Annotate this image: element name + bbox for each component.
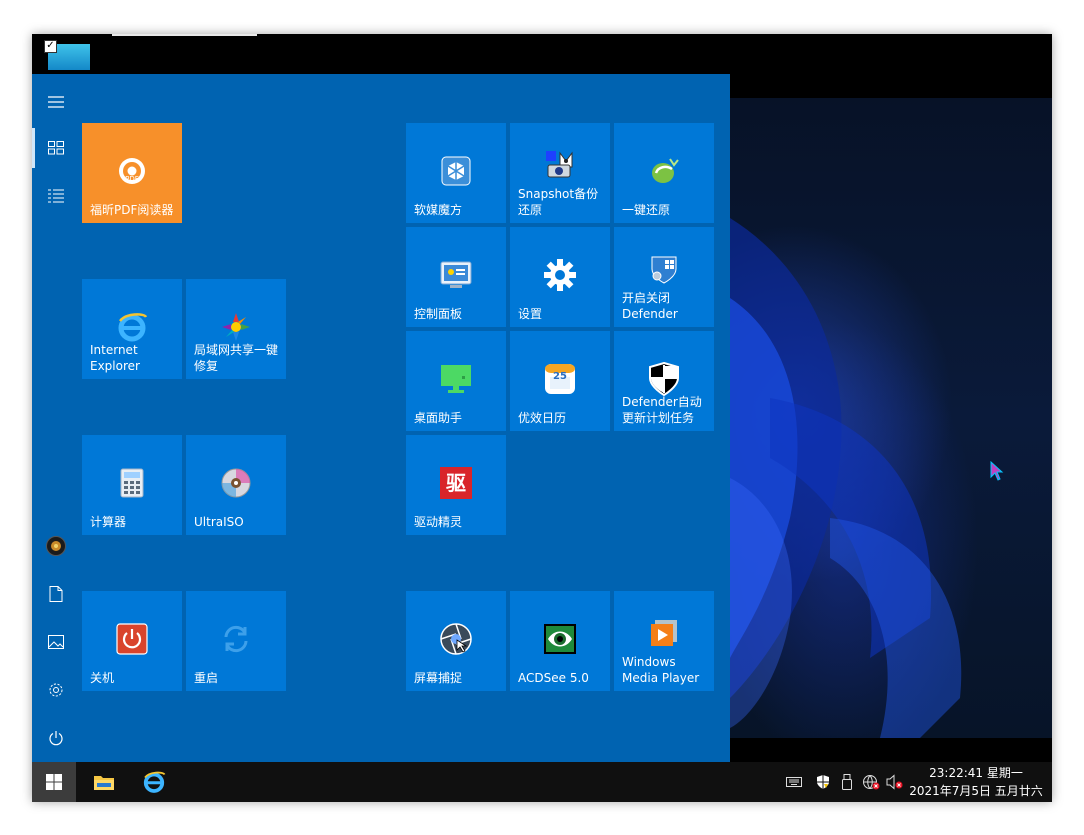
tile-label: 优效日历 [518, 411, 567, 425]
restart-icon [186, 619, 286, 659]
driver-genius-icon: 驱 [406, 463, 506, 503]
window-strip [112, 34, 257, 36]
tile-settings[interactable]: 设置 [510, 227, 610, 327]
tile-defender-toggle[interactable]: 开启关闭 Defender [614, 227, 714, 327]
tile-driver-genius[interactable]: 驱 驱动精灵 [406, 435, 506, 535]
security-shield-icon[interactable] [812, 762, 834, 802]
tile-defender-update-task[interactable]: Defender自动 更新计划任务 [614, 331, 714, 431]
ie-taskbar-icon [143, 771, 166, 793]
tile-label: Defender自动 更新计划任务 [622, 395, 702, 425]
clock[interactable]: 23:22:41 星期一 2021年7月5日 五月廿六 [906, 764, 1046, 800]
tile-restart[interactable]: 重启 [186, 591, 286, 691]
tile-label: UltraISO [194, 515, 244, 529]
tile-windows-media-player[interactable]: Windows Media Player [614, 591, 714, 691]
tile-label: Snapshot备份 还原 [518, 187, 599, 217]
tile-label: 设置 [518, 307, 543, 321]
wallpaper [730, 98, 1052, 738]
tile-snapshot-backup[interactable]: Snapshot备份 还原 [510, 123, 610, 223]
pictures-icon[interactable] [32, 622, 80, 662]
tile-softmedia-cube[interactable]: 软媒魔方 [406, 123, 506, 223]
lan-fix-icon [186, 307, 286, 347]
tiles-icon[interactable] [32, 128, 80, 168]
tile-lan-share-fix[interactable]: 局域网共享一键 修复 [186, 279, 286, 379]
clock-time: 23:22:41 星期一 [929, 766, 1023, 780]
desktop-icon[interactable]: ✓ [44, 40, 90, 70]
tile-label: 局域网共享一键 修复 [194, 343, 279, 373]
mouse-cursor-icon [990, 460, 1004, 485]
volume-muted-icon[interactable] [884, 762, 906, 802]
softcube-icon [406, 151, 506, 191]
tile-calendar[interactable]: 25 优效日历 [510, 331, 610, 431]
usb-device-icon[interactable] [836, 762, 858, 802]
settings-gear-icon [510, 255, 610, 295]
desktop-icon-checkbox[interactable]: ✓ [44, 40, 57, 53]
tile-label: 开启关闭 Defender [622, 291, 678, 321]
wallpaper-bloom [730, 218, 962, 738]
desktop-helper-icon [406, 359, 506, 399]
screen-capture-icon [406, 619, 506, 659]
tile-label: 控制面板 [414, 307, 463, 321]
start-button[interactable] [32, 762, 76, 802]
tile-label: 重启 [194, 671, 219, 685]
tile-ultraiso[interactable]: UltraISO [186, 435, 286, 535]
power-icon[interactable] [32, 718, 80, 758]
tile-label: 计算器 [90, 515, 127, 529]
media-player-icon [614, 613, 714, 653]
keyboard-icon[interactable] [783, 762, 805, 802]
driver-icon-text: 驱 [440, 467, 472, 499]
tile-label: 关机 [90, 671, 115, 685]
ie-taskbar-button[interactable] [130, 762, 178, 802]
snapshot-icon [510, 145, 610, 185]
user-avatar[interactable] [32, 526, 80, 566]
ultraiso-icon [186, 463, 286, 503]
foxit-icon [82, 151, 182, 191]
tile-label: 一键还原 [622, 203, 671, 217]
start-rail [32, 74, 80, 762]
tile-label: Windows Media Player [622, 655, 700, 685]
acdsee-icon [510, 619, 610, 659]
hamburger-icon[interactable] [32, 82, 80, 122]
all-apps-icon[interactable] [32, 176, 80, 216]
tile-control-panel[interactable]: 控制面板 [406, 227, 506, 327]
ie-icon [82, 307, 182, 347]
start-menu: PDF 福昕PDF阅读器 Internet Explorer 局域网共享一键 修… [32, 74, 730, 762]
settings-icon[interactable] [32, 670, 80, 710]
defender-toggle-icon [614, 249, 714, 289]
shield-icon [614, 359, 714, 399]
foxit-icon-text: PDF [125, 175, 139, 183]
tile-label: 屏幕捕捉 [414, 671, 463, 685]
file-explorer-button[interactable] [80, 762, 128, 802]
tile-shutdown[interactable]: 关机 [82, 591, 182, 691]
control-panel-icon [406, 255, 506, 295]
taskbar: 23:22:41 星期一 2021年7月5日 五月廿六 [32, 762, 1052, 802]
tile-desktop-helper[interactable]: 桌面助手 [406, 331, 506, 431]
tile-screen-capture[interactable]: 屏幕捕捉 [406, 591, 506, 691]
tile-label: 软媒魔方 [414, 203, 463, 217]
tile-label: ACDSee 5.0 [518, 671, 589, 685]
onekey-restore-icon [614, 151, 714, 191]
tile-foxit-pdf[interactable]: PDF 福昕PDF阅读器 [82, 123, 182, 223]
tile-label: Internet Explorer [90, 343, 140, 373]
tile-label: 驱动精灵 [414, 515, 463, 529]
tile-label: 桌面助手 [414, 411, 463, 425]
calculator-icon [82, 463, 182, 503]
documents-icon[interactable] [32, 574, 80, 614]
network-globe-icon[interactable] [860, 762, 882, 802]
tile-calculator[interactable]: 计算器 [82, 435, 182, 535]
shutdown-icon [82, 619, 182, 659]
calendar-icon-text: 25 [553, 371, 567, 382]
tile-acdsee[interactable]: ACDSee 5.0 [510, 591, 610, 691]
tile-internet-explorer[interactable]: Internet Explorer [82, 279, 182, 379]
clock-date: 2021年7月5日 五月廿六 [909, 784, 1043, 798]
tile-label: 福昕PDF阅读器 [90, 203, 174, 217]
windows-logo-icon [46, 774, 62, 790]
desktop-screen: ✓ PDF 福昕PDF阅读器 Internet Explorer 局域网共享一键… [32, 34, 1052, 802]
folder-icon [94, 776, 114, 790]
tile-onekey-restore[interactable]: 一键还原 [614, 123, 714, 223]
